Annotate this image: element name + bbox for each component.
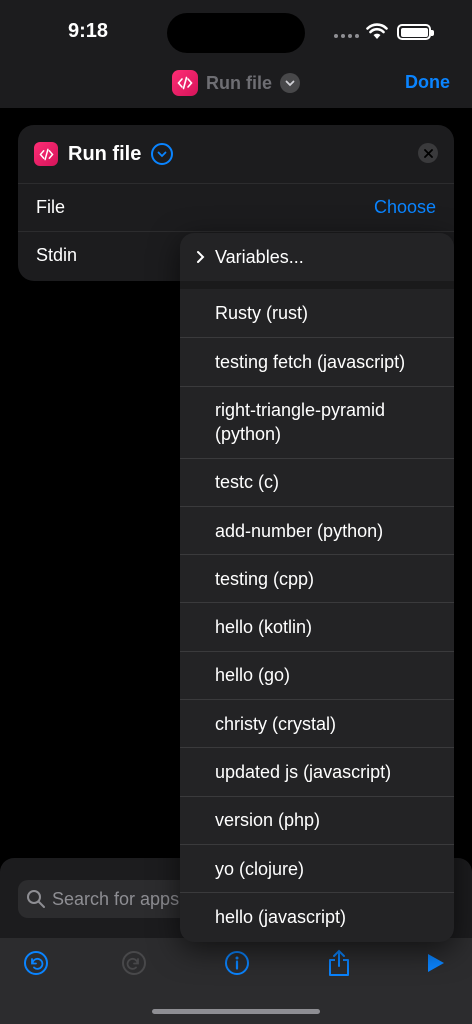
choose-file-button[interactable]: Choose (374, 197, 436, 218)
file-picker-menu: Variables... Rusty (rust) testing fetch … (180, 233, 454, 942)
code-app-icon (34, 142, 58, 166)
menu-item[interactable]: hello (go) (180, 650, 454, 699)
menu-item[interactable]: right-triangle-pyramid (python) (180, 385, 454, 458)
action-header: Run file (18, 125, 454, 183)
chevron-down-icon (280, 73, 300, 93)
menu-item[interactable]: hello (kotlin) (180, 602, 454, 650)
search-icon (27, 890, 45, 908)
dynamic-island (167, 13, 305, 53)
menu-separator (180, 281, 454, 289)
menu-item[interactable]: testc (c) (180, 457, 454, 506)
menu-item[interactable]: testing fetch (javascript) (180, 337, 454, 385)
expand-chevron-icon[interactable] (151, 143, 174, 165)
play-icon[interactable] (420, 948, 450, 978)
menu-item[interactable]: updated js (javascript) (180, 747, 454, 795)
menu-item[interactable]: testing (cpp) (180, 554, 454, 602)
battery-icon (397, 24, 434, 40)
action-title: Run file (68, 142, 142, 165)
menu-item[interactable]: version (php) (180, 795, 454, 844)
menu-item[interactable]: hello (javascript) (180, 892, 454, 940)
menu-item[interactable]: yo (clojure) (180, 843, 454, 892)
home-indicator (152, 1009, 320, 1014)
nav-title: Run file (206, 72, 272, 93)
navigation-bar: Run file Done (0, 64, 472, 108)
wifi-icon (366, 23, 388, 39)
chevron-right-icon (197, 251, 205, 263)
status-time: 9:18 (68, 20, 109, 42)
stdin-label: Stdin (36, 245, 78, 265)
file-label: File (36, 197, 66, 217)
redo-icon[interactable] (119, 948, 149, 978)
cellular-signal-icon (334, 34, 359, 38)
code-app-icon (172, 70, 198, 96)
undo-icon[interactable] (21, 948, 51, 978)
close-icon[interactable] (418, 143, 438, 163)
variables-menu-item[interactable]: Variables... (180, 233, 454, 281)
file-row[interactable]: File Choose (18, 183, 454, 231)
menu-item[interactable]: Rusty (rust) (180, 289, 454, 337)
nav-title-button[interactable]: Run file (172, 70, 300, 96)
share-icon[interactable] (324, 948, 354, 978)
status-bar: 9:18 (0, 0, 472, 64)
menu-item[interactable]: christy (crystal) (180, 699, 454, 747)
menu-item[interactable]: add-number (python) (180, 505, 454, 554)
info-icon[interactable] (222, 948, 252, 978)
done-button[interactable]: Done (405, 72, 450, 93)
variables-label: Variables... (215, 246, 304, 267)
